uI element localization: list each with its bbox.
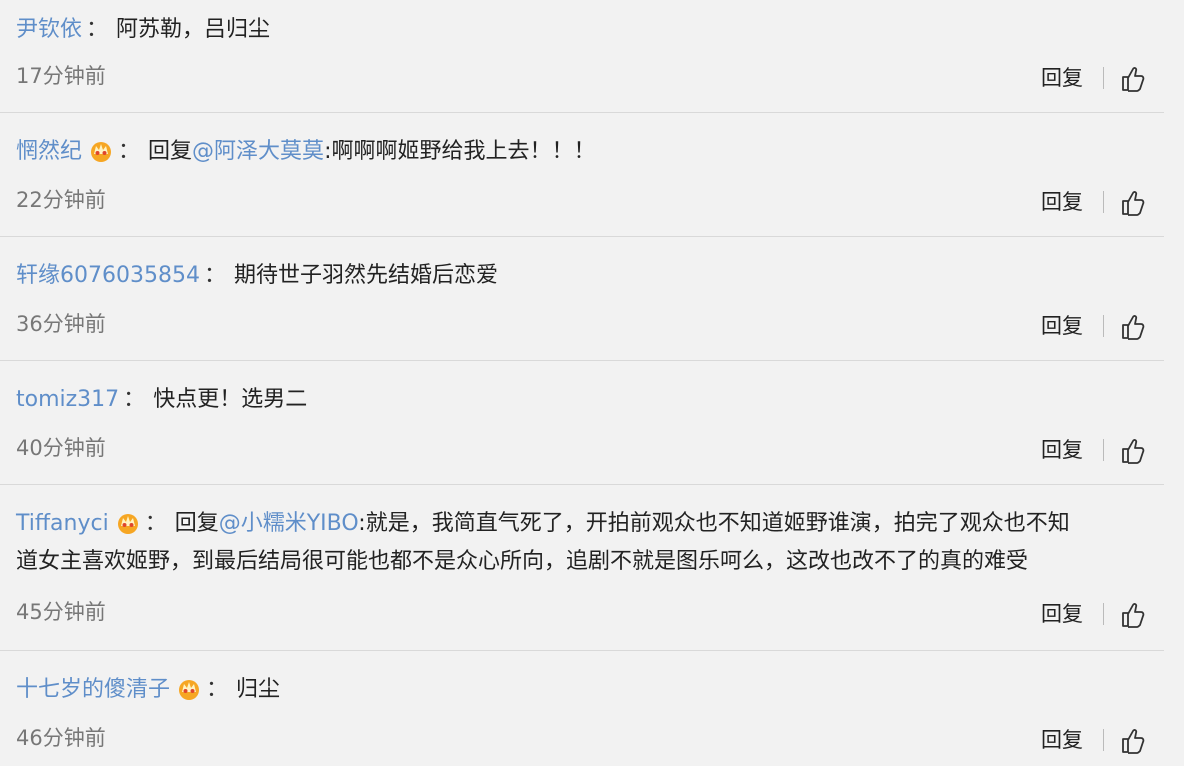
comment-text: 阿苏勒，吕归尘: [116, 17, 271, 42]
comment-body: Tiffanyci ： 回复@小糯米YIBO:就是，我简直气死了，开拍前观众也不知道…: [16, 505, 1164, 543]
comment-actions: 回复: [1041, 597, 1146, 629]
comment-actions: 回复: [1041, 185, 1146, 217]
comment-meta: 40分钟前 回复: [16, 433, 1164, 465]
crown-badge-icon: [91, 142, 112, 162]
comment-body-continued: 道女主喜欢姬野，到最后结局很可能也都不是众心所向，追剧不就是图乐呵么，这改也改不…: [16, 543, 1164, 581]
reply-button[interactable]: 回复: [1041, 599, 1083, 629]
comment-text: :啊啊啊姬野给我上去！！！: [324, 139, 596, 164]
reply-button[interactable]: 回复: [1041, 725, 1083, 755]
comment-item: 惘然纪：回复@阿泽大莫莫:啊啊啊姬野给我上去！！！ 22分钟前 回复: [0, 113, 1164, 237]
thumbs-up-icon[interactable]: [1120, 189, 1146, 217]
comment-text: 快点更！选男二: [153, 387, 308, 412]
mention-link[interactable]: @阿泽大莫莫: [192, 139, 324, 164]
mention-link[interactable]: @小糯米YIBO: [219, 511, 359, 536]
action-divider: [1103, 191, 1104, 213]
comment-separator: ：: [206, 677, 229, 702]
comment-body: tomiz317： 快点更！选男二: [16, 381, 1164, 419]
comment-username[interactable]: 尹钦依: [16, 17, 82, 42]
comment-separator: ：: [118, 139, 141, 164]
comment-meta: 22分钟前 回复: [16, 185, 1164, 217]
comment-list: 尹钦依：阿苏勒，吕归尘 17分钟前 回复 惘然纪：回复@阿泽大莫莫:啊啊啊姬野给…: [0, 0, 1164, 766]
comment-time: 36分钟前: [16, 312, 106, 336]
comment-item: 十七岁的傻清子 ： 归尘 46分钟前 回复: [0, 651, 1164, 766]
comment-text: 期待世子羽然先结婚后恋爱: [234, 263, 499, 288]
crown-badge-icon: [179, 680, 200, 700]
comment-item: 轩缘6076035854： 期待世子羽然先结婚后恋爱 36分钟前 回复: [0, 237, 1164, 361]
comment-meta: 45分钟前 回复: [16, 597, 1164, 629]
reply-button[interactable]: 回复: [1041, 311, 1083, 341]
comment-actions: 回复: [1041, 61, 1146, 93]
reply-button[interactable]: 回复: [1041, 187, 1083, 217]
action-divider: [1103, 729, 1104, 751]
crown-badge-icon: [117, 514, 138, 534]
reply-button[interactable]: 回复: [1041, 63, 1083, 93]
comment-time: 40分钟前: [16, 436, 106, 460]
comment-username[interactable]: 惘然纪: [16, 139, 82, 164]
comment-separator: ：: [203, 263, 226, 288]
comment-body: 十七岁的傻清子 ： 归尘: [16, 671, 1164, 709]
comment-time: 17分钟前: [16, 64, 106, 88]
comment-body: 轩缘6076035854： 期待世子羽然先结婚后恋爱: [16, 257, 1164, 295]
comment-meta: 17分钟前 回复: [16, 61, 1164, 93]
comment-body: 尹钦依： 阿苏勒，吕归尘: [16, 11, 1164, 49]
reply-button[interactable]: 回复: [1041, 435, 1083, 465]
reply-prefix: 回复: [148, 139, 193, 164]
comment-text: 归尘: [236, 677, 281, 702]
thumbs-up-icon[interactable]: [1120, 727, 1146, 755]
comment-username[interactable]: Tiffanyci: [16, 511, 109, 536]
comment-username[interactable]: tomiz317: [16, 387, 119, 412]
comment-separator: ：: [86, 17, 109, 42]
comment-item: tomiz317： 快点更！选男二 40分钟前 回复: [0, 361, 1164, 485]
comment-separator: ：: [144, 511, 167, 536]
comment-separator: ：: [123, 387, 146, 412]
comment-meta: 46分钟前 回复: [16, 723, 1164, 755]
thumbs-up-icon[interactable]: [1120, 601, 1146, 629]
thumbs-up-icon[interactable]: [1120, 437, 1146, 465]
thumbs-up-icon[interactable]: [1120, 313, 1146, 341]
comment-text-continued: 道女主喜欢姬野，到最后结局很可能也都不是众心所向，追剧不就是图乐呵么，这改也改不…: [16, 549, 1029, 574]
comment-time: 45分钟前: [16, 600, 106, 624]
comment-item: Tiffanyci：回复@小糯米YIBO:就是，我简直气死了，开拍前观众也不知道…: [0, 485, 1164, 651]
action-divider: [1103, 67, 1104, 89]
comment-time: 46分钟前: [16, 726, 106, 750]
action-divider: [1103, 439, 1104, 461]
comment-time: 22分钟前: [16, 188, 106, 212]
comment-actions: 回复: [1041, 309, 1146, 341]
thumbs-up-icon[interactable]: [1120, 65, 1146, 93]
comment-text: :就是，我简直气死了，开拍前观众也不知道姬野谁演，拍完了观众也不知: [358, 511, 1070, 536]
action-divider: [1103, 315, 1104, 337]
comment-username[interactable]: 轩缘6076035854: [16, 263, 200, 288]
comment-item: 尹钦依： 阿苏勒，吕归尘 17分钟前 回复: [0, 0, 1164, 113]
action-divider: [1103, 603, 1104, 625]
comment-meta: 36分钟前 回复: [16, 309, 1164, 341]
comment-actions: 回复: [1041, 723, 1146, 755]
reply-prefix: 回复: [174, 511, 219, 536]
comment-actions: 回复: [1041, 433, 1146, 465]
comment-body: 惘然纪 ： 回复@阿泽大莫莫:啊啊啊姬野给我上去！！！: [16, 133, 1164, 171]
comment-username[interactable]: 十七岁的傻清子: [16, 677, 170, 702]
